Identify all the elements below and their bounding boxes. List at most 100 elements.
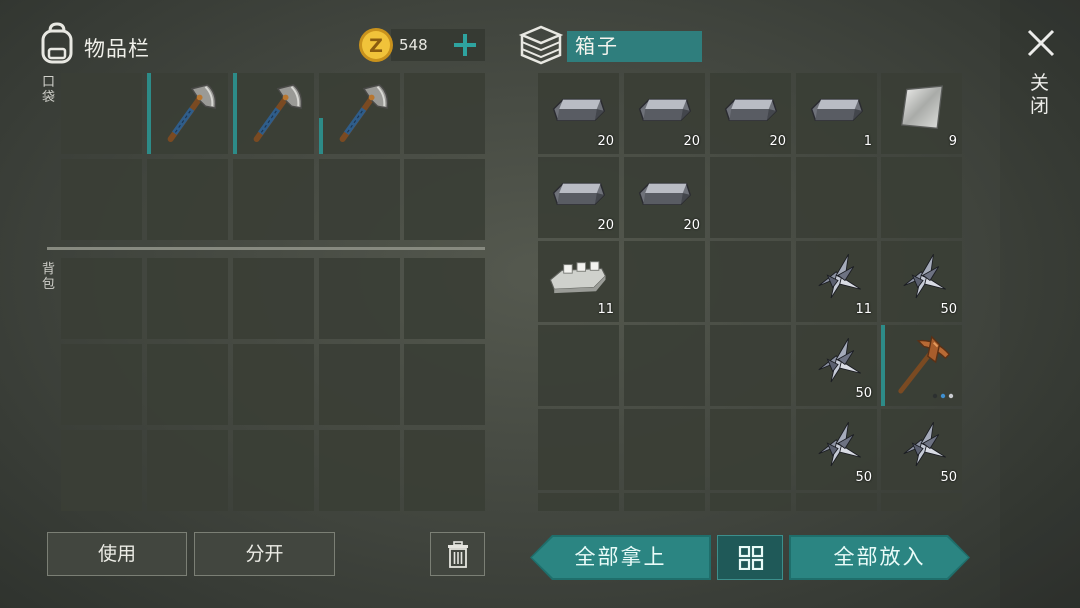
durability-bar xyxy=(233,73,237,154)
backpack-slot[interactable] xyxy=(404,430,485,511)
backpack-slot[interactable] xyxy=(404,344,485,425)
box-slot[interactable] xyxy=(538,493,619,511)
box-slot[interactable] xyxy=(796,493,877,511)
backpack-slot[interactable] xyxy=(233,430,314,511)
pocket-slot[interactable] xyxy=(319,73,400,154)
close-button[interactable]: 关闭 xyxy=(1018,24,1064,134)
box-slot[interactable]: 20 xyxy=(624,73,705,154)
item-count: 11 xyxy=(855,302,872,317)
backpack-slot[interactable] xyxy=(147,258,228,339)
box-slot[interactable]: 50 xyxy=(796,409,877,490)
spikes-icon xyxy=(818,422,861,467)
box-slot[interactable]: 11 xyxy=(538,241,619,322)
item-count: 50 xyxy=(855,470,872,485)
pocket-label: 口袋 xyxy=(42,75,56,105)
box-slot[interactable] xyxy=(624,241,705,322)
backpack-slot[interactable] xyxy=(61,258,142,339)
box-slot[interactable]: 20 xyxy=(624,157,705,238)
inventory-title: 物品栏 xyxy=(84,37,150,61)
item-count: 20 xyxy=(683,218,700,233)
pocket-slot[interactable] xyxy=(233,159,314,240)
backpack-slot[interactable] xyxy=(319,344,400,425)
item-count: 20 xyxy=(769,134,786,149)
section-divider xyxy=(47,247,485,250)
box-slot[interactable] xyxy=(624,493,705,511)
box-slot[interactable]: 50 xyxy=(881,409,962,490)
box-slot[interactable] xyxy=(624,325,705,406)
backpack-slot[interactable] xyxy=(319,258,400,339)
box-slot[interactable]: 9 xyxy=(881,73,962,154)
backpack-slot[interactable] xyxy=(319,430,400,511)
box-slot[interactable] xyxy=(710,241,791,322)
use-button[interactable]: 使用 xyxy=(47,532,187,576)
item-count: 50 xyxy=(940,302,957,317)
backpack-slot[interactable] xyxy=(233,344,314,425)
iron-bar-icon xyxy=(552,98,606,121)
spikes-icon xyxy=(818,254,861,299)
pocket-slot[interactable] xyxy=(147,73,228,154)
item-count: 50 xyxy=(940,470,957,485)
pocket-slot[interactable] xyxy=(319,159,400,240)
close-icon xyxy=(1027,29,1055,57)
durability-bar xyxy=(319,118,323,154)
box-slot[interactable]: 50 xyxy=(796,325,877,406)
item-count: 9 xyxy=(948,134,957,149)
box-slot[interactable] xyxy=(881,493,962,511)
pocket-slot[interactable] xyxy=(147,159,228,240)
backpack-slot[interactable] xyxy=(147,344,228,425)
box-slot[interactable]: 20 xyxy=(538,157,619,238)
box-slot[interactable] xyxy=(710,493,791,511)
pocket-slot[interactable] xyxy=(404,159,485,240)
take-all-button[interactable]: 全部拿上 xyxy=(530,535,711,580)
box-grid: 20 20 20 1 9 20 20 11 11 50 50 50 50 xyxy=(537,71,962,511)
item-count: 20 xyxy=(683,134,700,149)
box-slot[interactable]: 50 xyxy=(881,241,962,322)
add-coins-icon[interactable] xyxy=(452,31,478,59)
iron-bar-icon xyxy=(638,182,692,205)
box-slot[interactable]: 20 xyxy=(710,73,791,154)
backpack-slot[interactable] xyxy=(61,344,142,425)
item-count: 20 xyxy=(597,134,614,149)
box-slot[interactable] xyxy=(538,325,619,406)
metal-plate-icon xyxy=(901,85,943,129)
item-count: 20 xyxy=(597,218,614,233)
iron-bar-icon xyxy=(638,98,692,121)
svg-text:Z: Z xyxy=(369,35,383,57)
pocket-slot[interactable] xyxy=(404,73,485,154)
put-all-button[interactable]: 全部放入 xyxy=(789,535,970,580)
durability-bar xyxy=(147,73,151,154)
split-button[interactable]: 分开 xyxy=(194,532,335,576)
backpack-slot[interactable] xyxy=(404,258,485,339)
box-slot[interactable]: 11 xyxy=(796,241,877,322)
pocket-slot[interactable] xyxy=(61,73,142,154)
durability-bar xyxy=(881,325,885,406)
hatchet-icon xyxy=(167,84,217,143)
pocket-slot[interactable] xyxy=(61,159,142,240)
quality-dots xyxy=(932,393,956,399)
box-slot[interactable] xyxy=(710,157,791,238)
coin-icon: Z xyxy=(359,28,393,62)
trash-button[interactable] xyxy=(430,532,485,576)
backpack-slot[interactable] xyxy=(233,258,314,339)
box-slot[interactable] xyxy=(624,409,705,490)
box-slot[interactable]: 1 xyxy=(796,73,877,154)
iron-bar-icon xyxy=(724,98,778,121)
backpack-slot[interactable] xyxy=(61,430,142,511)
take-all-label: 全部拿上 xyxy=(574,545,667,569)
box-slot[interactable] xyxy=(881,157,962,238)
box-slot[interactable] xyxy=(881,325,962,406)
box-slot[interactable] xyxy=(710,325,791,406)
item-count: 1 xyxy=(863,134,872,149)
backpack-label: 背包 xyxy=(42,262,56,292)
box-slot[interactable] xyxy=(710,409,791,490)
box-slot[interactable] xyxy=(538,409,619,490)
box-slot[interactable] xyxy=(796,157,877,238)
iron-bar-icon xyxy=(810,98,864,121)
box-slot[interactable]: 20 xyxy=(538,73,619,154)
backpack-slot[interactable] xyxy=(147,430,228,511)
sort-button[interactable] xyxy=(717,535,783,580)
hatchet-icon xyxy=(253,84,303,143)
pocket-slot[interactable] xyxy=(233,73,314,154)
hatchet-icon xyxy=(339,84,389,143)
container-name[interactable]: 箱子 xyxy=(567,31,702,62)
